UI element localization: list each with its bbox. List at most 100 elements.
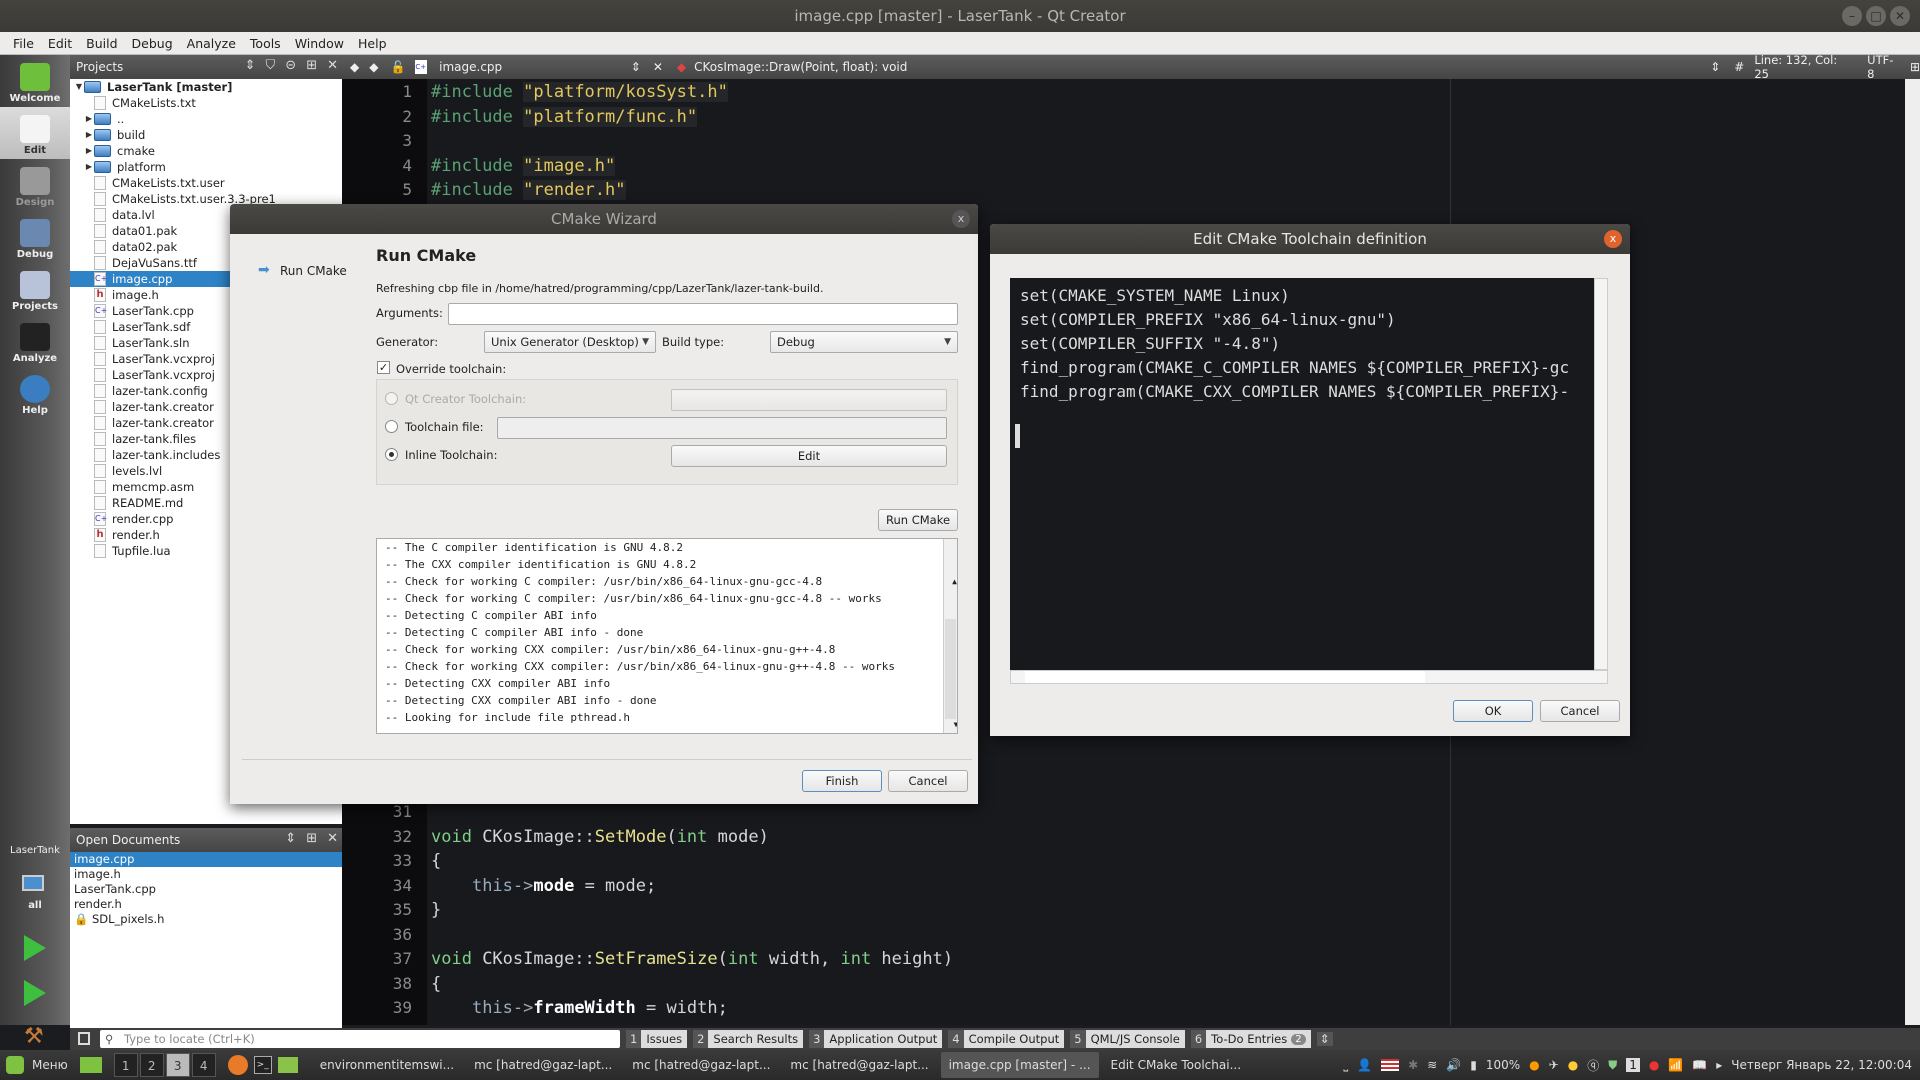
mode-debug[interactable]: Debug (0, 211, 70, 263)
open-document-item[interactable]: image.cpp (70, 852, 342, 867)
tray-volume-icon[interactable]: 🔊 (1446, 1058, 1461, 1072)
workspace-2[interactable]: 2 (139, 1053, 164, 1077)
toolchain-text-editor[interactable]: set(CMAKE_SYSTEM_NAME Linux) set(COMPILER… (1010, 278, 1594, 670)
generator-select[interactable]: Unix Generator (Desktop) ▼ (484, 331, 656, 353)
tray-flag-us-icon[interactable] (1381, 1059, 1400, 1071)
sync-link-icon[interactable]: ⊝ (285, 58, 296, 73)
close-icon[interactable]: x (952, 210, 970, 228)
arguments-input[interactable] (448, 303, 958, 325)
menu-tools[interactable]: Tools (243, 36, 288, 51)
scroll-up-arrow-icon[interactable]: ▲ (948, 573, 957, 590)
override-toolchain-checkbox[interactable]: ✓ (377, 361, 390, 374)
vertical-scrollbar[interactable] (1594, 278, 1608, 670)
file-encoding[interactable]: UTF-8 (1867, 53, 1900, 81)
output-tab-to-do-entries[interactable]: 6 To-Do Entries 2 (1190, 1030, 1311, 1048)
split-icon[interactable]: ⊞ (306, 831, 317, 846)
open-document-item[interactable]: LaserTank.cpp (70, 882, 342, 897)
qt-creator-toolchain-select[interactable] (671, 389, 947, 411)
menu-analyze[interactable]: Analyze (180, 36, 243, 51)
workspace-3[interactable]: 3 (165, 1053, 190, 1077)
project-tree-item[interactable]: CMakeLists.txt.user (70, 175, 342, 191)
output-tabs-more-icon[interactable]: ⇕ (1316, 1032, 1333, 1046)
sort-icon[interactable]: ⇕ (245, 58, 256, 73)
taskbar-window[interactable]: mc [hatred@gaz-lapt... (466, 1052, 620, 1078)
menu-button[interactable]: Меню (32, 1058, 68, 1072)
forward-icon[interactable]: ◆ (369, 60, 378, 74)
build-type-select[interactable]: Debug ▼ (770, 331, 958, 353)
expand-arrow-icon[interactable]: ▼ (74, 79, 84, 95)
toggle-sidebar-icon[interactable] (78, 1032, 90, 1045)
mode-help[interactable]: Help (0, 367, 70, 419)
output-tab-application-output[interactable]: 3 Application Output (809, 1030, 943, 1048)
tray-mail-icon[interactable]: ● (1649, 1058, 1659, 1072)
menu-debug[interactable]: Debug (125, 36, 180, 51)
menu-window[interactable]: Window (288, 36, 351, 51)
workspace-4[interactable]: 4 (191, 1053, 216, 1077)
split-editor-icon[interactable]: ⊞ (1910, 60, 1920, 74)
clock[interactable]: Четверг Январь 22, 12:00:04 (1731, 1058, 1912, 1072)
menu-edit[interactable]: Edit (41, 36, 79, 51)
open-document-item[interactable]: 🔒 SDL_pixels.h (70, 912, 342, 927)
open-document-item[interactable]: image.h (70, 867, 342, 882)
project-tree-item[interactable]: ▶ cmake (70, 143, 342, 159)
output-tab-compile-output[interactable]: 4 Compile Output (948, 1030, 1065, 1048)
expand-arrow-icon[interactable]: ▶ (84, 143, 94, 159)
tray-shield-icon[interactable]: ⛊ (1608, 1058, 1617, 1073)
toolchain-file-input[interactable] (497, 417, 947, 439)
taskbar-window[interactable]: image.cpp [master] - ... (940, 1052, 1099, 1078)
scroll-down-arrow-icon[interactable]: ▼ (948, 716, 957, 733)
project-tree-item[interactable]: CMakeLists.txt (70, 95, 342, 111)
tray-signal-icon[interactable]: 📶 (1668, 1058, 1683, 1072)
tray-user-icon[interactable]: 👤 (1357, 1058, 1372, 1072)
taskbar-window[interactable]: mc [hatred@gaz-lapt... (782, 1052, 936, 1078)
menu-file[interactable]: File (6, 36, 41, 51)
close-pane-icon[interactable]: ✕ (327, 831, 338, 846)
run-cmake-button[interactable]: Run CMake (878, 509, 958, 531)
close-button[interactable]: ✕ (1890, 6, 1910, 26)
output-tab-qml-js-console[interactable]: 5 QML/JS Console (1070, 1030, 1185, 1048)
split-icon[interactable]: ⊞ (306, 58, 317, 73)
tray-battery-icon[interactable]: ▮ (1470, 1058, 1477, 1072)
cmake-output-log[interactable]: -- The C compiler identification is GNU … (376, 538, 958, 734)
mode-edit[interactable]: Edit (0, 107, 70, 159)
toolchain-file-radio[interactable] (385, 420, 398, 433)
cancel-button[interactable]: Cancel (1540, 700, 1620, 722)
close-icon[interactable]: x (1604, 230, 1622, 248)
mode-design[interactable]: Design (0, 159, 70, 211)
workspace-1[interactable]: 1 (113, 1053, 138, 1077)
horizontal-scrollbar[interactable] (1010, 670, 1608, 684)
tray-arrow-icon[interactable]: ▸ (1716, 1058, 1722, 1072)
tray-clock-app-icon[interactable]: ● (1568, 1058, 1578, 1072)
menu-build[interactable]: Build (79, 36, 124, 51)
back-icon[interactable]: ◆ (350, 60, 359, 74)
edit-toolchain-button[interactable]: Edit (671, 445, 947, 467)
qt-creator-toolchain-radio[interactable] (385, 392, 398, 405)
symbol-selector[interactable]: CKosImage::Draw(Point, float): void (694, 60, 1710, 74)
tray-wifi-icon[interactable]: ≋ (1427, 1058, 1437, 1072)
tray-bluetooth-icon[interactable]: ✱ (1408, 1058, 1418, 1072)
locator-input[interactable]: ⚲ Type to locate (Ctrl+K) (100, 1030, 620, 1048)
close-pane-icon[interactable]: ✕ (327, 58, 338, 73)
mint-menu-icon[interactable] (6, 1056, 24, 1074)
terminal-launcher-icon[interactable]: >_ (253, 1056, 272, 1074)
files-launcher-icon[interactable] (277, 1057, 298, 1073)
minimize-button[interactable]: – (1842, 6, 1862, 26)
project-tree-item[interactable]: ▶ build (70, 127, 342, 143)
build-hammer-icon[interactable]: ⚒ (24, 1025, 48, 1049)
symbol-selector-arrow-icon[interactable]: ⇕ (1710, 60, 1720, 74)
close-document-icon[interactable]: ✕ (653, 60, 663, 74)
taskbar-window[interactable]: Edit CMake Toolchai... (1103, 1052, 1250, 1078)
maximize-button[interactable]: □ (1866, 6, 1886, 26)
output-tab-issues[interactable]: 1 Issues (626, 1030, 688, 1048)
taskbar-window[interactable]: mc [hatred@gaz-lapt... (624, 1052, 778, 1078)
expand-arrow-icon[interactable]: ▶ (84, 127, 94, 143)
log-scrollbar[interactable]: ▲ ▼ (943, 539, 957, 733)
expand-arrow-icon[interactable]: ▶ (84, 159, 94, 175)
menu-help[interactable]: Help (351, 36, 394, 51)
run-icon[interactable] (24, 935, 46, 961)
document-selector-arrow-icon[interactable]: ⇕ (631, 60, 641, 74)
show-desktop-icon[interactable] (79, 1057, 102, 1073)
cancel-button[interactable]: Cancel (888, 770, 968, 792)
firefox-launcher-icon[interactable] (227, 1055, 248, 1075)
project-tree-item[interactable]: ▶ platform (70, 159, 342, 175)
